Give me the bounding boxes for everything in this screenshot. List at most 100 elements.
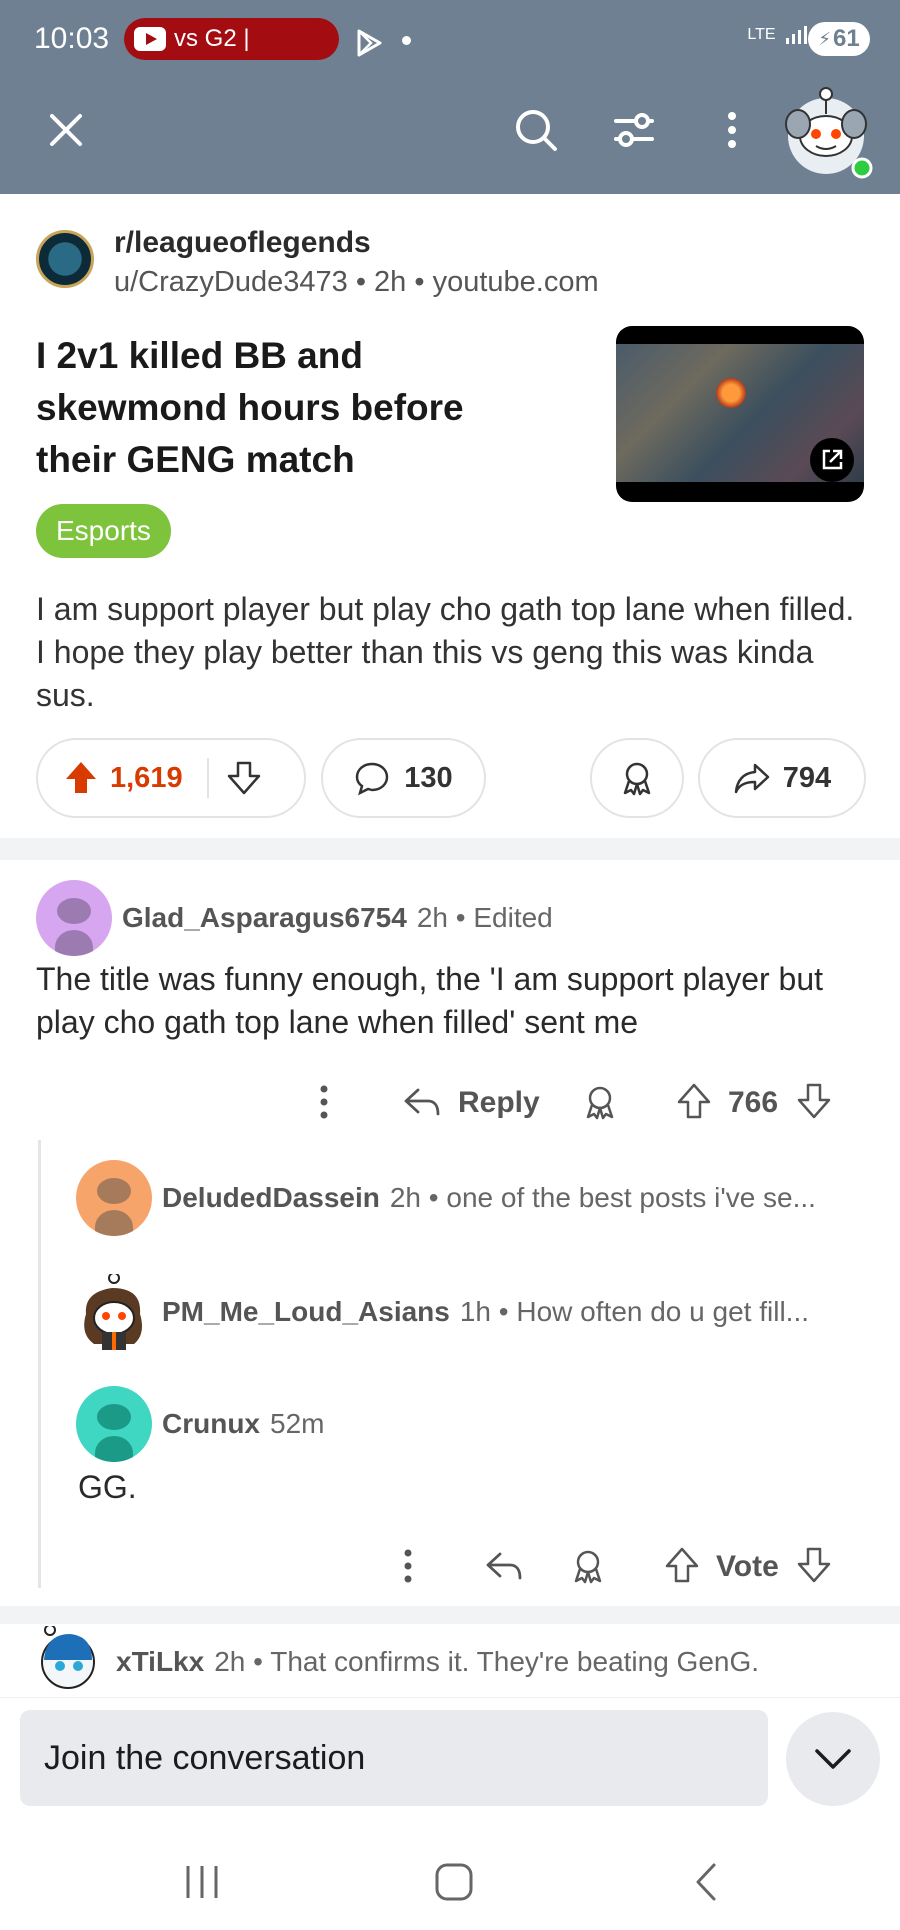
close-icon: [50, 114, 82, 146]
comment-username[interactable]: xTiLkx: [116, 1646, 204, 1678]
comment-composer-bar: Join the conversation: [0, 1697, 900, 1832]
section-divider: [0, 1606, 900, 1624]
section-divider: [0, 838, 900, 860]
user-avatar-icon: [785, 87, 873, 179]
media-notification-pill[interactable]: vs G2 |: [124, 18, 339, 60]
downvote-icon[interactable]: [227, 760, 261, 796]
post-author[interactable]: u/CrazyDude3473: [114, 266, 348, 298]
battery-level: 61: [832, 25, 860, 52]
comment-username[interactable]: Crunux: [162, 1408, 260, 1440]
comment-text: GG.: [78, 1469, 137, 1505]
subreddit-name[interactable]: r/leagueoflegends: [114, 226, 371, 260]
post-flair[interactable]: Esports: [36, 504, 171, 558]
external-link-button[interactable]: [810, 438, 854, 482]
comment-icon: [356, 762, 389, 796]
comment-username[interactable]: Glad_Asparagus6754: [122, 902, 407, 934]
vote-label: Vote: [716, 1550, 779, 1583]
post-age: 2h: [374, 266, 407, 298]
profile-avatar-button[interactable]: [776, 80, 876, 180]
back-icon: [696, 1863, 716, 1901]
youtube-icon: [134, 27, 166, 51]
comment-count: 130: [404, 761, 453, 794]
upvote-icon[interactable]: [676, 1082, 712, 1120]
more-vertical-icon[interactable]: [398, 1548, 418, 1584]
post-byline: u/CrazyDude3473 • 2h • youtube.com: [114, 266, 599, 298]
system-nav-bar: [0, 1832, 900, 1930]
vote-control: 1,619: [36, 738, 306, 818]
award-button[interactable]: [590, 738, 684, 818]
reply-icon[interactable]: [484, 1548, 524, 1584]
toolbar: [0, 80, 900, 180]
user-avatar-icon: [84, 1272, 142, 1350]
comment-avatar[interactable]: [76, 1160, 152, 1236]
comment-meta: 1h • How often do u get fill...: [459, 1296, 809, 1327]
home-icon: [435, 1863, 473, 1901]
more-options-button[interactable]: [704, 102, 760, 158]
post-title: I 2v1 killed BB and skewmond hours befor…: [36, 335, 464, 480]
external-link-icon: [822, 449, 843, 470]
award-icon[interactable]: [582, 1084, 618, 1120]
comment-text: The title was funny enough, the 'I am su…: [36, 961, 824, 1040]
recent-apps-button[interactable]: [172, 1854, 232, 1910]
share-count: 794: [782, 761, 832, 794]
comment-avatar[interactable]: [36, 880, 112, 956]
search-icon: [516, 110, 557, 151]
upvote-icon[interactable]: [664, 1546, 700, 1584]
reply-collapsed[interactable]: DeludedDassein 2h • one of the best post…: [76, 1160, 816, 1236]
upvote-icon[interactable]: [64, 760, 98, 796]
play-store-icon: [357, 29, 382, 57]
join-conversation-input[interactable]: Join the conversation: [20, 1710, 768, 1806]
post-domain[interactable]: youtube.com: [433, 266, 599, 298]
app-header: 10:03 vs G2 | LTE ⚡ 61: [0, 0, 900, 194]
comment-username[interactable]: PM_Me_Loud_Asians: [162, 1296, 450, 1328]
media-pill-text: vs G2 |: [174, 25, 250, 52]
close-button[interactable]: [38, 102, 94, 158]
share-icon: [734, 763, 770, 794]
comment-avatar[interactable]: [76, 1386, 152, 1462]
status-bar: 10:03 vs G2 | LTE ⚡ 61: [34, 18, 870, 64]
comment-actions: Vote: [398, 1536, 858, 1596]
reply-collapsed[interactable]: PM_Me_Loud_Asians 1h • How often do u ge…: [76, 1272, 809, 1350]
thumbnail-highlight: [716, 378, 746, 408]
reply-button[interactable]: Reply: [458, 1086, 540, 1120]
search-button[interactable]: [508, 102, 564, 158]
video-thumbnail[interactable]: [616, 326, 864, 502]
post-body: I am support player but play cho gath to…: [36, 591, 855, 713]
post-actions: 1,619 130 794: [36, 738, 866, 818]
network-type: LTE: [747, 26, 776, 44]
comments-button[interactable]: 130: [321, 738, 486, 818]
comment-avatar[interactable]: [30, 1626, 106, 1698]
status-time: 10:03: [34, 22, 110, 55]
collapse-button[interactable]: [786, 1712, 880, 1806]
subreddit-icon[interactable]: [36, 230, 94, 288]
comment-username[interactable]: DeludedDassein: [162, 1182, 380, 1214]
chevron-down-icon: [815, 1749, 851, 1769]
more-vertical-icon[interactable]: [314, 1084, 334, 1120]
thread-line[interactable]: [38, 1140, 41, 1588]
filter-icon: [614, 113, 654, 147]
award-icon[interactable]: [570, 1548, 606, 1584]
notification-dot: [402, 36, 411, 45]
award-icon: [623, 762, 651, 796]
network-indicator: LTE: [747, 24, 810, 46]
back-button[interactable]: [676, 1854, 736, 1910]
upvote-count: 1,619: [110, 761, 183, 794]
downvote-icon[interactable]: [796, 1546, 832, 1584]
comment-vote-count: 766: [728, 1086, 779, 1119]
comment-actions: Reply 766: [310, 1072, 870, 1132]
comment-meta: 2h • That confirms it. They're beating G…: [214, 1646, 760, 1677]
reply-icon[interactable]: [402, 1084, 442, 1120]
downvote-icon[interactable]: [796, 1082, 832, 1120]
comment-header: xTiLkx 2h • That confirms it. They're be…: [30, 1626, 759, 1698]
post-meta-row: r/leagueoflegends u/CrazyDude3473 • 2h •…: [36, 226, 866, 300]
share-button[interactable]: 794: [698, 738, 866, 818]
sort-filter-button[interactable]: [606, 102, 662, 158]
comment-meta: 2h • one of the best posts i've se...: [389, 1182, 816, 1213]
comment-header: Crunux 52m: [76, 1386, 324, 1462]
comment-avatar[interactable]: [76, 1272, 152, 1350]
recent-apps-icon: [186, 1866, 218, 1898]
signal-icon: [786, 26, 807, 44]
home-button[interactable]: [424, 1854, 484, 1910]
battery-indicator: ⚡ 61: [808, 22, 870, 56]
comment-meta: 2h • Edited: [416, 902, 553, 933]
